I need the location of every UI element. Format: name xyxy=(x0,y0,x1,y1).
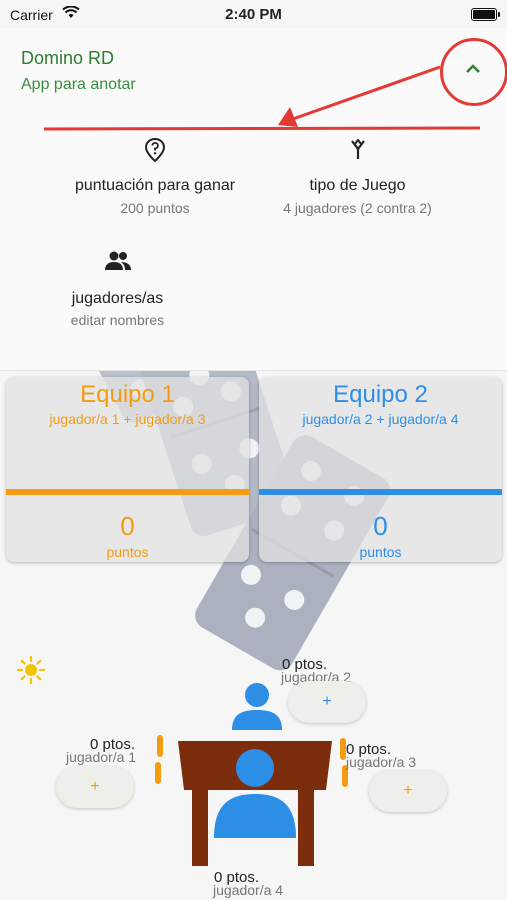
status-bar: Carrier 2:40 PM xyxy=(0,0,507,28)
merge-icon xyxy=(351,139,365,159)
team-1-color-bar xyxy=(6,489,249,495)
game-type-title: tipo de Juego xyxy=(309,177,406,194)
player-4-name: jugador/a 4 xyxy=(213,882,284,898)
team-1-players: jugador/a 1 + jugador/a 3 xyxy=(49,411,206,427)
sun-icon[interactable] xyxy=(16,655,46,685)
people-icon xyxy=(105,251,131,270)
team-2-color-bar xyxy=(259,489,502,495)
winning-score-value: 200 puntos xyxy=(120,200,190,216)
clock: 2:40 PM xyxy=(225,6,282,23)
winning-score-option[interactable]: puntuación para ganar 200 puntos xyxy=(50,135,260,220)
location-question-icon xyxy=(144,137,166,163)
player-2-add-button[interactable]: + xyxy=(288,681,366,723)
team-1-card[interactable]: Equipo 1 jugador/a 1 + jugador/a 3 0 pun… xyxy=(6,377,249,562)
player-1-add-button[interactable]: + xyxy=(56,766,134,808)
winning-score-title: puntuación para ganar xyxy=(74,177,236,194)
game-type-value: 4 jugadores (2 contra 2) xyxy=(283,200,432,216)
players-option[interactable]: jugadores/as editar nombres xyxy=(55,248,180,333)
player-3-add-button[interactable]: + xyxy=(369,770,447,812)
team-1-points-label: puntos xyxy=(106,544,149,560)
player-1-name: jugador/a 1 xyxy=(66,749,137,765)
battery-icon xyxy=(471,8,500,21)
panel-divider xyxy=(0,370,507,371)
team-1-name: Equipo 1 xyxy=(80,381,175,408)
team-1-score: 0 xyxy=(120,511,135,541)
players-title: jugadores/as xyxy=(71,290,164,307)
team-2-name: Equipo 2 xyxy=(333,381,428,408)
team-2-points-label: puntos xyxy=(359,544,402,560)
game-type-option[interactable]: tipo de Juego 4 jugadores (2 contra 2) xyxy=(260,135,455,220)
team-2-card[interactable]: Equipo 2 jugador/a 2 + jugador/a 4 0 pun… xyxy=(259,377,502,562)
annotation-arrow xyxy=(43,65,481,131)
player-3-name: jugador/a 3 xyxy=(346,754,417,770)
team-2-players: jugador/a 2 + jugador/a 4 xyxy=(302,411,459,427)
team-2-score: 0 xyxy=(373,511,388,541)
players-edit-link: editar nombres xyxy=(70,312,165,328)
